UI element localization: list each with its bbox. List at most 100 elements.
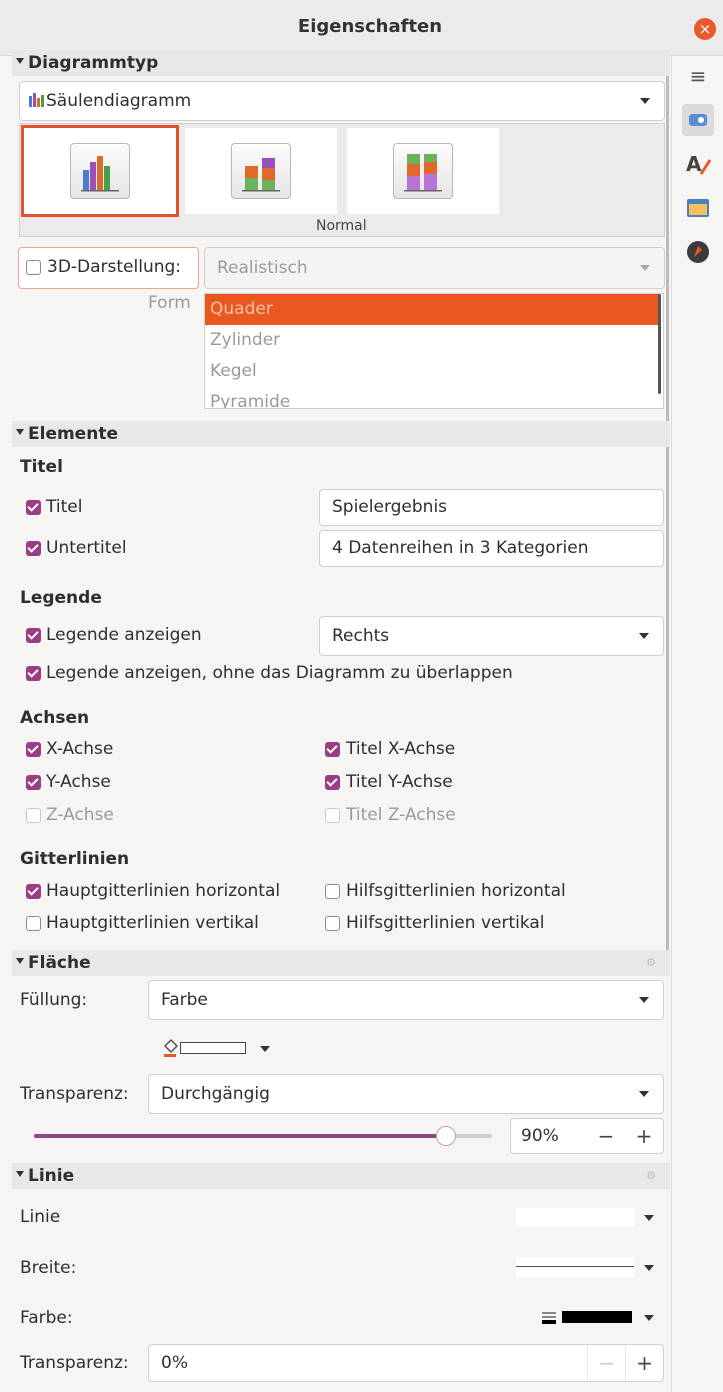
grid-major-v-label: Hauptgitterlinien vertikal (46, 913, 259, 933)
line-width-picker[interactable] (516, 1256, 666, 1278)
chevron-down-icon (644, 1315, 654, 1321)
stacked-column-icon (231, 143, 291, 199)
line-style-picker[interactable] (516, 1206, 666, 1228)
styles-icon: A (686, 152, 712, 176)
section-header-elemente[interactable]: Elemente (12, 421, 670, 447)
gallery-tab[interactable] (684, 194, 712, 222)
z-axis-label: Z-Achse (46, 805, 114, 825)
threed-label: 3D-Darstellung: (47, 257, 182, 277)
increase-button[interactable]: + (625, 1119, 663, 1153)
chart-variant-gallery: Normal (19, 123, 665, 237)
line-transparency-label: Transparenz: (20, 1353, 129, 1373)
grid-minor-h-checkbox[interactable] (325, 884, 340, 899)
form-label: Form (148, 293, 191, 313)
threed-scheme-select: Realistisch (204, 247, 665, 289)
fill-select[interactable]: Farbe (148, 980, 664, 1020)
menu-icon[interactable]: ≡ (684, 62, 712, 90)
section-header-linie[interactable]: Linie ⚙ (12, 1163, 670, 1189)
subtitle-checkbox[interactable] (26, 541, 41, 556)
section-header-diagrammtyp[interactable]: Diagrammtyp (12, 50, 670, 76)
y-axis-checkbox[interactable] (26, 775, 41, 790)
window-title: Eigenschaften (297, 16, 443, 37)
close-icon[interactable]: × (694, 18, 716, 40)
navigator-tab[interactable] (684, 238, 712, 266)
line-color-icon (542, 1312, 556, 1324)
more-options-icon[interactable]: ⚙ (646, 950, 656, 976)
navigator-icon (687, 241, 709, 263)
collapse-icon (16, 58, 24, 64)
styles-tab[interactable]: A (684, 150, 712, 178)
form-list[interactable]: Quader Zylinder Kegel Pyramide (204, 293, 664, 409)
line-width-label: Breite: (20, 1258, 77, 1278)
legend-nooverlap-checkbox[interactable] (26, 666, 41, 681)
x-title-label: Titel X-Achse (346, 739, 456, 759)
variant-normal[interactable] (21, 125, 179, 217)
legend-show-checkbox[interactable] (26, 628, 41, 643)
panel-scrollbar[interactable] (666, 60, 669, 970)
x-title-checkbox[interactable] (325, 742, 340, 757)
transparency-slider[interactable] (34, 1126, 492, 1146)
line-transparency-spinbox[interactable]: 0% − + (148, 1344, 664, 1382)
chevron-down-icon (639, 1091, 649, 1097)
decrease-button: − (587, 1345, 625, 1381)
line-style-preview (516, 1208, 634, 1226)
y-axis-label: Y-Achse (46, 772, 111, 792)
form-item[interactable]: Quader (205, 294, 660, 325)
form-item[interactable]: Kegel (205, 356, 660, 387)
grid-minor-v-label: Hilfsgitterlinien vertikal (346, 913, 545, 933)
properties-tab[interactable] (682, 104, 714, 136)
variant-stacked[interactable] (185, 128, 337, 214)
title-input[interactable]: Spielergebnis (319, 489, 664, 526)
title-bar: Eigenschaften × (0, 0, 723, 56)
decrease-button[interactable]: − (587, 1119, 625, 1153)
chevron-down-icon (639, 997, 649, 1003)
chevron-down-icon (639, 633, 649, 639)
threed-checkbox[interactable] (26, 260, 41, 275)
more-options-icon[interactable]: ⚙ (646, 1163, 656, 1189)
legend-position-select[interactable]: Rechts (319, 616, 664, 656)
normal-column-icon (70, 143, 130, 199)
area-transparency-select[interactable]: Durchgängig (148, 1074, 664, 1114)
form-item[interactable]: Pyramide (205, 387, 660, 408)
variant-label: Normal (316, 218, 367, 234)
area-transparency-label: Transparenz: (20, 1084, 129, 1104)
section-header-flaeche[interactable]: Fläche ⚙ (12, 950, 670, 976)
fill-color-picker[interactable] (160, 1036, 280, 1060)
grid-major-h-label: Hauptgitterlinien horizontal (46, 881, 281, 901)
percent-stacked-column-icon (393, 143, 453, 199)
grid-minor-v-checkbox[interactable] (325, 916, 340, 931)
axes-heading: Achsen (20, 708, 90, 728)
z-title-checkbox (325, 808, 340, 823)
grid-heading: Gitterlinien (20, 849, 130, 869)
z-title-label: Titel Z-Achse (346, 805, 456, 825)
grid-major-h-checkbox[interactable] (26, 884, 41, 899)
subtitle-input[interactable]: 4 Datenreihen in 3 Kategorien (319, 530, 664, 567)
grid-minor-h-label: Hilfsgitterlinien horizontal (346, 881, 566, 901)
chevron-down-icon (640, 265, 650, 271)
x-axis-checkbox[interactable] (26, 742, 41, 757)
increase-button[interactable]: + (625, 1345, 663, 1381)
chart-type-select[interactable]: Säulendiagramm (19, 81, 665, 121)
line-color-picker[interactable] (540, 1306, 666, 1328)
threed-checkbox-frame[interactable]: 3D-Darstellung: (18, 247, 199, 289)
legend-show-label: Legende anzeigen (46, 625, 202, 645)
form-item[interactable]: Zylinder (205, 325, 660, 356)
line-color-label: Farbe: (20, 1308, 73, 1328)
properties-icon (689, 114, 707, 126)
x-axis-label: X-Achse (46, 739, 114, 759)
chevron-down-icon (640, 98, 650, 104)
legend-nooverlap-label: Legende anzeigen, ohne das Diagramm zu ü… (46, 663, 513, 683)
slider-handle[interactable] (436, 1126, 456, 1146)
column-chart-icon (29, 93, 44, 107)
z-axis-checkbox (26, 808, 41, 823)
sidebar-tabbar: ≡ A (671, 56, 723, 1392)
form-list-scrollbar[interactable] (658, 294, 661, 394)
line-transparency-value: 0% (161, 1353, 188, 1373)
line-width-preview (516, 1257, 634, 1277)
y-title-checkbox[interactable] (325, 775, 340, 790)
transparency-value: 90% (521, 1126, 559, 1146)
grid-major-v-checkbox[interactable] (26, 916, 41, 931)
variant-percent-stacked[interactable] (347, 128, 499, 214)
title-checkbox[interactable] (26, 500, 41, 515)
transparency-spinbox[interactable]: 90% − + (510, 1118, 664, 1154)
